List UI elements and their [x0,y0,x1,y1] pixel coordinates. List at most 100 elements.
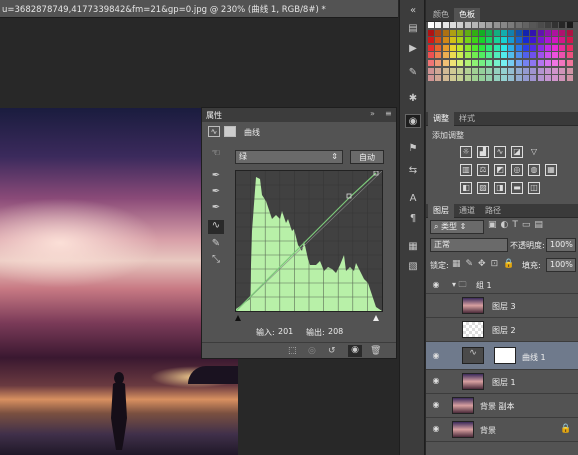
swatch[interactable] [479,22,486,28]
swatch[interactable] [537,52,544,59]
visibility-eye-icon[interactable]: ◉ [431,424,441,434]
swatch[interactable] [486,60,493,66]
document-tab[interactable]: u=3682878749,4177339842&fm=21&gp=0.jpg @… [0,0,398,18]
swatch[interactable] [515,67,522,74]
swatch[interactable] [428,37,434,44]
swatch[interactable] [530,29,537,36]
swatch[interactable] [566,52,573,59]
layer-mask-thumbnail[interactable] [494,347,516,364]
hue-sat-icon[interactable]: ▥ [460,164,472,176]
panel-menu-icon[interactable]: ≡ [385,109,392,118]
swatch[interactable] [449,29,456,36]
swatch[interactable] [559,60,566,66]
swatch[interactable] [559,37,566,44]
swatch[interactable] [442,22,449,28]
swatch[interactable] [530,67,537,74]
swatch[interactable] [457,52,464,59]
layer-kind-filter[interactable]: ⌕ 类型 ⇕ [430,220,484,234]
bw-icon[interactable]: ◩ [494,164,506,176]
swatch[interactable] [522,75,529,82]
visibility-eye-icon[interactable] [431,300,441,310]
view-previous-icon[interactable]: ◎ [308,346,316,356]
swatch[interactable] [457,60,464,66]
swatch[interactable] [515,22,522,28]
swatch[interactable] [479,29,486,36]
swatch[interactable] [544,75,551,82]
swatch[interactable] [471,22,478,28]
swatch[interactable] [544,60,551,66]
measure-icon[interactable]: ▧ [405,260,421,274]
swatch[interactable] [457,37,464,44]
swatch[interactable] [479,52,486,59]
swatch[interactable] [479,37,486,44]
gradient-map-icon[interactable]: ▬ [511,182,523,194]
selective-color-icon[interactable]: ◫ [528,182,540,194]
smooth-icon[interactable]: ⤡ [208,254,224,268]
swatch[interactable] [508,37,515,44]
swatch[interactable] [501,29,507,36]
visibility-eye-icon[interactable]: ◉ [431,351,441,361]
exposure-icon[interactable]: ◪ [511,146,523,158]
swatch[interactable] [493,29,500,36]
swatch[interactable] [486,75,493,82]
swatch[interactable] [428,22,434,28]
color-balance-icon[interactable]: ⚖ [477,164,489,176]
swatch[interactable] [449,60,456,66]
swatch[interactable] [493,60,500,66]
swatch[interactable] [552,52,559,59]
collapse-icon[interactable]: « [405,4,421,18]
swatch[interactable] [493,52,500,59]
swatch[interactable] [559,44,566,51]
swatch[interactable] [566,22,573,28]
swatch[interactable] [544,22,551,28]
tab-layers[interactable]: 图层 [428,204,454,218]
swatch[interactable] [508,75,515,82]
target-adjust-icon[interactable]: ☜ [208,148,224,162]
swatch[interactable] [544,44,551,51]
layer-row[interactable]: ◉ ▾ 🗀 组 1 [426,276,578,294]
swatch[interactable] [435,22,442,28]
swatch[interactable] [471,75,478,82]
adjust-settings-icon[interactable]: ✱ [405,92,421,106]
swatch[interactable] [442,37,449,44]
invert-icon[interactable]: ◧ [460,182,472,194]
swatch[interactable] [530,52,537,59]
swatch[interactable] [537,37,544,44]
swatch[interactable] [471,60,478,66]
tab-styles[interactable]: 样式 [454,112,480,126]
swatch[interactable] [493,37,500,44]
vibrance-icon[interactable]: ▽ [528,147,540,159]
clip-to-layer-icon[interactable]: ⬚ [288,346,297,356]
swatch[interactable] [449,75,456,82]
swatch[interactable] [501,22,507,28]
swatch[interactable] [552,44,559,51]
swatch[interactable] [428,60,434,66]
swatch[interactable] [486,52,493,59]
visibility-eye-icon[interactable]: ◉ [431,280,441,290]
black-point-eyedropper-icon[interactable]: ✒ [208,170,224,184]
swatch[interactable] [435,29,442,36]
swatch[interactable] [537,75,544,82]
swatch[interactable] [464,60,471,66]
swatch[interactable] [559,75,566,82]
swatch[interactable] [435,52,442,59]
swatch[interactable] [449,67,456,74]
channel-mixer-icon[interactable]: ◍ [528,164,540,176]
swatch[interactable] [464,52,471,59]
swatch[interactable] [464,44,471,51]
swatch[interactable] [530,22,537,28]
swatch[interactable] [428,67,434,74]
photo-filter-icon[interactable]: ◎ [511,164,523,176]
swatch[interactable] [479,60,486,66]
swatch[interactable] [501,67,507,74]
output-value[interactable]: 208 [328,327,343,336]
swatch[interactable] [442,29,449,36]
swatch[interactable] [464,37,471,44]
gray-point-eyedropper-icon[interactable]: ✒ [208,186,224,200]
swatch[interactable] [508,60,515,66]
posterize-icon[interactable]: ▨ [477,182,489,194]
swatch[interactable] [464,29,471,36]
swatch[interactable] [537,44,544,51]
swatch[interactable] [508,22,515,28]
tab-swatches[interactable]: 色板 [454,8,480,22]
